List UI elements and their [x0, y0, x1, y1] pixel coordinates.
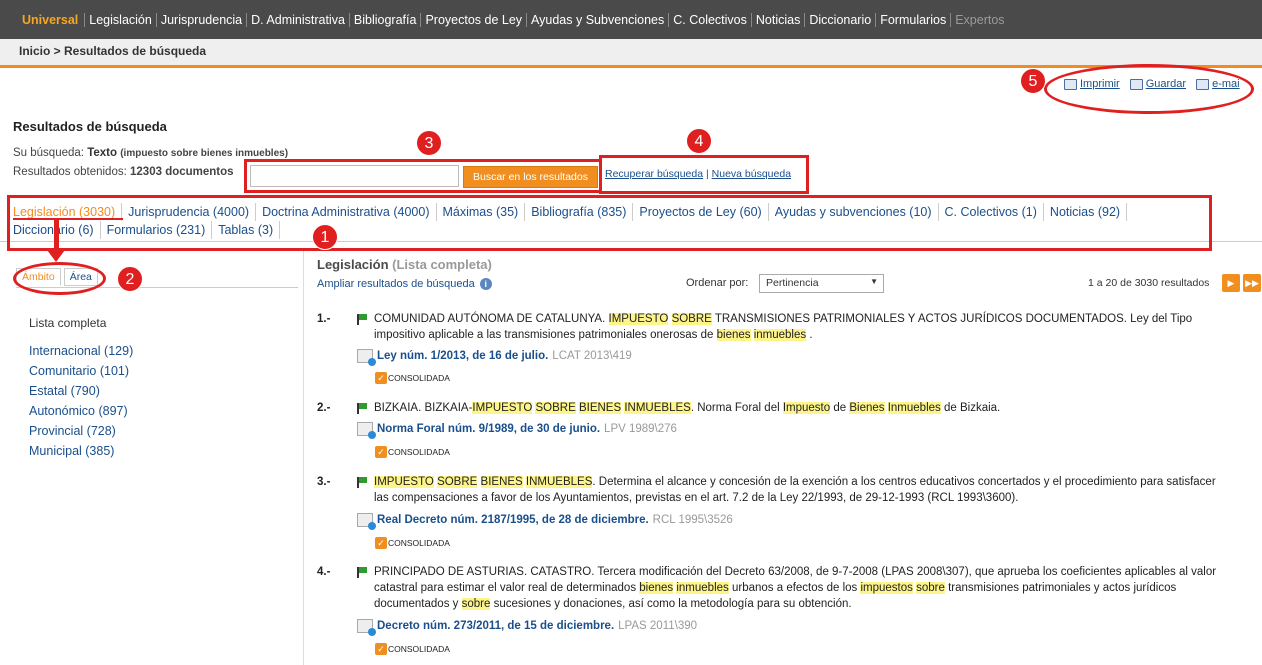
filter-internacional[interactable]: Internacional (129) [29, 344, 133, 358]
nav-colectivos[interactable]: C. Colectivos [669, 12, 752, 27]
reference-code: LCAT 2013\419 [552, 350, 632, 362]
annotation-box-4 [599, 155, 809, 194]
nav-formularios[interactable]: Formularios [876, 12, 952, 27]
check-icon: ✓ [375, 537, 387, 549]
filter-comunitario[interactable]: Comunitario (101) [29, 364, 133, 378]
consolidated-badge: ✓ CONSOLIDADA [375, 444, 450, 460]
result-number: 1.- [317, 313, 331, 325]
nav-ayudas[interactable]: Ayudas y Subvenciones [527, 12, 670, 27]
reference-title[interactable]: Decreto núm. 273/2011, de 15 de diciembr… [377, 618, 614, 634]
annotation-box-3 [244, 159, 602, 193]
reference-title[interactable]: Ley núm. 1/2013, de 16 de julio. [377, 348, 548, 364]
consolidated-badge: ✓ CONSOLIDADA [375, 535, 450, 551]
results-count: Resultados obtenidos: 12303 documentos [13, 166, 234, 178]
query-label: Su búsqueda: [13, 147, 84, 159]
consolidated-label: CONSOLIDADA [388, 644, 450, 654]
result-reference[interactable]: Real Decreto núm. 2187/1995, de 28 de di… [357, 512, 733, 530]
side-filter-list: Lista completa Internacional (129) Comun… [29, 316, 133, 464]
filter-estatal[interactable]: Estatal (790) [29, 384, 133, 398]
annotation-badge: 1 [312, 224, 338, 250]
count-label: Resultados obtenidos: [13, 166, 127, 178]
result-text[interactable]: BIZKAIA. BIZKAIA-IMPUESTO SOBRE BIENES I… [374, 400, 1224, 416]
annotation-badge: 5 [1020, 68, 1046, 94]
filter-provincial[interactable]: Provincial (728) [29, 424, 133, 438]
result-text[interactable]: IMPUESTO SOBRE BIENES INMUEBLES. Determi… [374, 474, 1224, 506]
info-icon[interactable]: i [479, 278, 492, 290]
filter-municipal[interactable]: Municipal (385) [29, 444, 133, 458]
nav-noticias[interactable]: Noticias [752, 12, 806, 27]
order-value: Pertinencia [766, 277, 819, 289]
query-summary: Su búsqueda: Texto (impuesto sobre biene… [13, 147, 288, 159]
flag-icon [357, 314, 367, 325]
annotation-box-1 [7, 195, 1212, 251]
reference-title[interactable]: Norma Foral núm. 9/1989, de 30 de junio. [377, 421, 600, 437]
next-page-button[interactable]: ▶ [1222, 274, 1240, 292]
nav-jurisprudencia[interactable]: Jurisprudencia [157, 12, 248, 27]
annotation-badge: 4 [686, 128, 712, 154]
document-icon [357, 619, 376, 636]
document-icon [357, 513, 376, 530]
pagination-info: 1 a 20 de 3030 resultados [1088, 277, 1210, 289]
result-number: 2.- [317, 402, 331, 414]
annotation-ellipse-5 [1044, 64, 1254, 114]
reference-title[interactable]: Real Decreto núm. 2187/1995, de 28 de di… [377, 512, 649, 528]
results-title-sub: (Lista completa) [392, 257, 492, 272]
nav-proyectos-ley[interactable]: Proyectos de Ley [421, 12, 528, 27]
consolidated-label: CONSOLIDADA [388, 538, 450, 548]
result-text[interactable]: COMUNIDAD AUTÓNOMA DE CATALUNYA. IMPUEST… [374, 311, 1224, 343]
document-icon [357, 422, 376, 439]
consolidated-badge: ✓ CONSOLIDADA [375, 641, 450, 657]
page-title: Resultados de búsqueda [13, 119, 167, 134]
flag-icon [357, 403, 367, 414]
annotation-ellipse-2 [13, 262, 106, 295]
filter-autonomico[interactable]: Autonómico (897) [29, 404, 133, 418]
annotation-badge: 3 [416, 130, 442, 156]
query-type: Texto [87, 147, 118, 159]
check-icon: ✓ [375, 446, 387, 458]
reference-code: RCL 1995\3526 [652, 514, 733, 526]
consolidated-label: CONSOLIDADA [388, 373, 450, 383]
result-text[interactable]: PRINCIPADO DE ASTURIAS. CATASTRO. Tercer… [374, 564, 1224, 612]
nav-bibliografia[interactable]: Bibliografía [350, 12, 422, 27]
side-header: Lista completa [29, 316, 107, 330]
nav-d-administrativa[interactable]: D. Administrativa [247, 12, 350, 27]
last-page-button[interactable]: ▶▶ [1243, 274, 1261, 292]
consolidated-label: CONSOLIDADA [388, 447, 450, 457]
flag-icon [357, 477, 367, 488]
consolidated-badge: ✓ CONSOLIDADA [375, 370, 450, 386]
expand-label: Ampliar resultados de búsqueda [317, 278, 475, 290]
nav-expertos[interactable]: Expertos [951, 13, 1008, 27]
result-reference[interactable]: Norma Foral núm. 9/1989, de 30 de junio.… [357, 421, 677, 439]
document-icon [357, 349, 376, 366]
breadcrumb[interactable]: Inicio > Resultados de búsqueda [0, 39, 1262, 68]
annotation-arrow [54, 220, 59, 252]
result-reference[interactable]: Decreto núm. 273/2011, de 15 de diciembr… [357, 618, 698, 636]
chevron-down-icon: ▼ [870, 277, 878, 286]
result-number: 4.- [317, 566, 331, 578]
count-value: 12303 documentos [130, 166, 234, 178]
result-reference[interactable]: Ley núm. 1/2013, de 16 de julio. LCAT 201… [357, 348, 632, 366]
result-number: 3.- [317, 476, 331, 488]
order-select[interactable]: Pertinencia ▼ [759, 274, 884, 293]
annotation-underline [13, 218, 123, 220]
annotation-badge: 2 [117, 266, 143, 292]
order-label: Ordenar por: [686, 277, 749, 289]
check-icon: ✓ [375, 372, 387, 384]
nav-diccionario[interactable]: Diccionario [805, 12, 877, 27]
results-title-main: Legislación [317, 257, 389, 272]
reference-code: LPAS 2011\390 [618, 620, 698, 632]
top-navigation: Universal Legislación Jurisprudencia D. … [0, 0, 1262, 39]
nav-universal[interactable]: Universal [18, 12, 86, 27]
reference-code: LPV 1989\276 [604, 423, 677, 435]
flag-icon [357, 567, 367, 578]
results-title: Legislación (Lista completa) [317, 257, 492, 272]
expand-results-link[interactable]: Ampliar resultados de búsqueda i [317, 278, 492, 290]
nav-legislacion[interactable]: Legislación [85, 12, 157, 27]
query-terms: (impuesto sobre bienes inmuebles) [120, 148, 289, 159]
check-icon: ✓ [375, 643, 387, 655]
annotation-arrowhead [47, 250, 65, 262]
column-divider [303, 250, 304, 665]
